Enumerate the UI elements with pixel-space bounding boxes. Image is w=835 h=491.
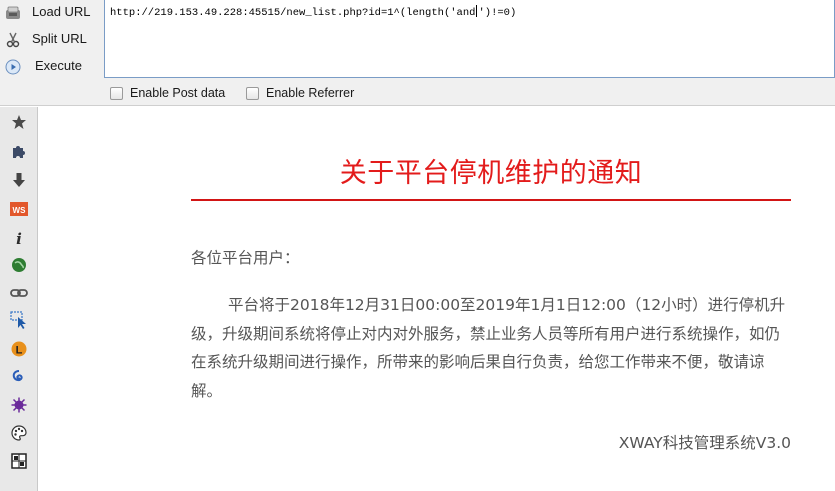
greeting-text: 各位平台用户： [191,249,300,267]
page-content: 关于平台停机维护的通知 各位平台用户： 平台将于2018年12月31日00:00… [39,107,835,491]
green-globe-icon[interactable] [9,255,29,275]
l-badge-icon[interactable]: L [9,339,29,359]
execute-button[interactable]: Execute [0,54,102,80]
svg-text:L: L [16,345,23,357]
signature-text: XWAY科技管理系统V3.0 [618,434,791,452]
svg-text:WS: WS [13,206,27,215]
svg-text:i: i [16,230,22,246]
page-title: 关于平台停机维护的通知 [339,158,643,189]
enable-referrer-label: Enable Referrer [266,86,355,100]
enable-post-data-checkbox[interactable] [110,86,123,100]
grid-icon[interactable] [9,451,29,471]
left-toolbar: WS i L [0,107,38,491]
play-icon [4,58,22,76]
load-url-icon [4,4,22,22]
load-url-label: Load URL [32,4,91,19]
url-text-after-caret: ')!=0) [478,7,517,19]
info-icon[interactable]: i [9,228,29,248]
url-text-before-caret: http://219.153.49.228:45515/new_list.php… [110,7,476,19]
execute-label: Execute [35,58,82,73]
ws-badge-icon[interactable]: WS [9,199,29,219]
enable-post-data-option[interactable]: Enable Post data [110,84,225,102]
virus-icon[interactable] [9,395,29,415]
split-url-button[interactable]: Split URL [0,27,102,53]
select-cursor-icon[interactable] [9,310,29,330]
download-arrow-icon[interactable] [9,170,29,190]
enable-post-data-label: Enable Post data [130,86,226,100]
star-icon[interactable] [9,112,29,132]
title-divider [191,199,791,201]
puzzle-icon[interactable] [9,141,29,161]
link-chain-icon[interactable] [9,283,29,303]
notice-body: 平台将于2018年12月31日00:00至2019年1月1日12:00（12小时… [191,296,786,400]
split-url-label: Split URL [32,31,87,46]
swirl-icon[interactable] [9,367,29,387]
hackbar-panel: Load URL Split URL Execute http://219.15… [0,0,835,106]
palette-icon[interactable] [9,423,29,443]
load-url-button[interactable]: Load URL [0,0,102,26]
url-textarea[interactable]: http://219.153.49.228:45515/new_list.php… [104,0,835,78]
enable-referrer-option[interactable]: Enable Referrer [246,84,354,102]
enable-referrer-checkbox[interactable] [246,86,259,100]
scissors-icon [4,31,22,49]
